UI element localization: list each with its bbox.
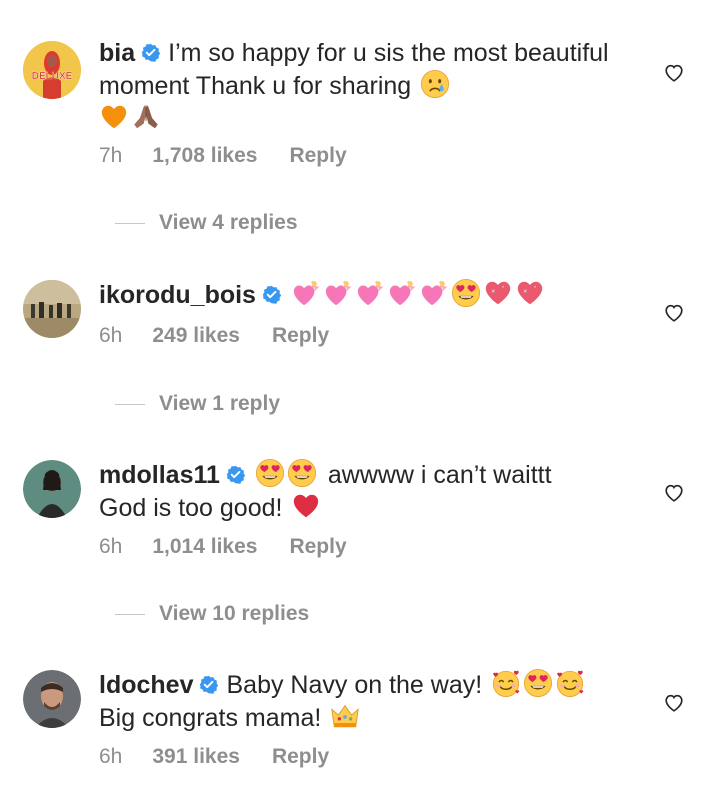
avatar[interactable] [23,670,81,728]
timestamp: 6h [99,535,123,558]
likes-count[interactable]: 1,014 likes [152,535,257,559]
sparkling-heart-icon [515,278,545,308]
comment-message: Baby Navy on the way! [226,671,483,699]
comment-message-line-2: Big congrats mama! [99,704,322,732]
verified-badge-icon [199,675,218,694]
heart-with-ribbon-icon [291,278,321,308]
view-replies-button[interactable]: View 4 replies [115,211,298,235]
heart-eyes-icon [523,668,553,698]
likes-count[interactable]: 391 likes [152,745,240,769]
like-heart-icon[interactable] [663,482,685,504]
comment-message-line-2: God is too good! [99,494,283,522]
like-heart-icon[interactable] [663,62,685,84]
comment-body: mdollas11 awwww i can’t waittt God is to… [99,458,665,524]
comment-text: ldochev Baby Navy on the way! Big congrat… [99,668,665,734]
smiling-face-with-hearts-icon [491,668,521,698]
verified-badge-icon [226,465,245,484]
heart-eyes-icon [255,458,285,488]
verified-badge-icon [141,43,160,62]
username[interactable]: mdollas11 [99,461,220,489]
heart-with-ribbon-icon [387,278,417,308]
replies-divider [115,403,145,405]
username[interactable]: ikorodu_bois [99,281,256,309]
timestamp: 7h [99,144,123,167]
comment-text: ikorodu_bois [99,278,665,311]
crown-icon [330,701,360,731]
comment-text: mdollas11 awwww i can’t waittt God is to… [99,458,665,524]
heart-with-ribbon-icon [419,278,449,308]
folded-hands-icon [131,102,161,132]
heart-with-ribbon-icon [355,278,385,308]
avatar[interactable] [23,460,81,518]
avatar-logo-text: DELUXE [32,71,73,82]
reply-button[interactable]: Reply [289,144,346,168]
timestamp: 6h [99,324,123,347]
replies-divider [115,222,145,224]
comment-text: bia I’m so happy for u sis the most beaut… [99,38,665,135]
sparkling-heart-icon [483,278,513,308]
comment-meta: 6h 249 likes Reply [99,324,329,348]
avatar[interactable]: DELUXE [23,41,81,99]
comment-meta: 6h 391 likes Reply [99,745,329,769]
avatar[interactable] [23,280,81,338]
verified-badge-icon [262,285,281,304]
red-heart-icon [291,491,321,521]
comment-meta: 7h 1,708 likes Reply [99,144,347,168]
crying-face-icon [420,69,450,99]
likes-count[interactable]: 1,708 likes [152,144,257,168]
heart-eyes-icon [287,458,317,488]
heart-eyes-icon [451,278,481,308]
comment-body: ikorodu_bois [99,278,665,311]
timestamp: 6h [99,745,123,768]
likes-count[interactable]: 249 likes [152,324,240,348]
reply-button[interactable]: Reply [272,324,329,348]
comment-message: I’m so happy for u sis the most beautifu… [99,39,609,100]
like-heart-icon[interactable] [663,692,685,714]
comment-message: awwww i can’t waittt [327,461,552,489]
heart-with-ribbon-icon [323,278,353,308]
view-replies-button[interactable]: View 1 reply [115,392,280,416]
comment-meta: 6h 1,014 likes Reply [99,535,347,559]
comment-body: bia I’m so happy for u sis the most beaut… [99,38,665,135]
replies-divider [115,613,145,615]
orange-heart-icon [99,102,129,132]
reply-button[interactable]: Reply [289,535,346,559]
username[interactable]: bia [99,39,135,67]
like-heart-icon[interactable] [663,302,685,324]
smiling-face-with-hearts-icon [555,668,585,698]
view-replies-button[interactable]: View 10 replies [115,602,309,626]
comment-body: ldochev Baby Navy on the way! Big congrat… [99,668,665,734]
reply-button[interactable]: Reply [272,745,329,769]
username[interactable]: ldochev [99,671,193,699]
view-replies-label: View 1 reply [159,392,281,415]
view-replies-label: View 4 replies [159,211,298,234]
view-replies-label: View 10 replies [159,602,310,625]
